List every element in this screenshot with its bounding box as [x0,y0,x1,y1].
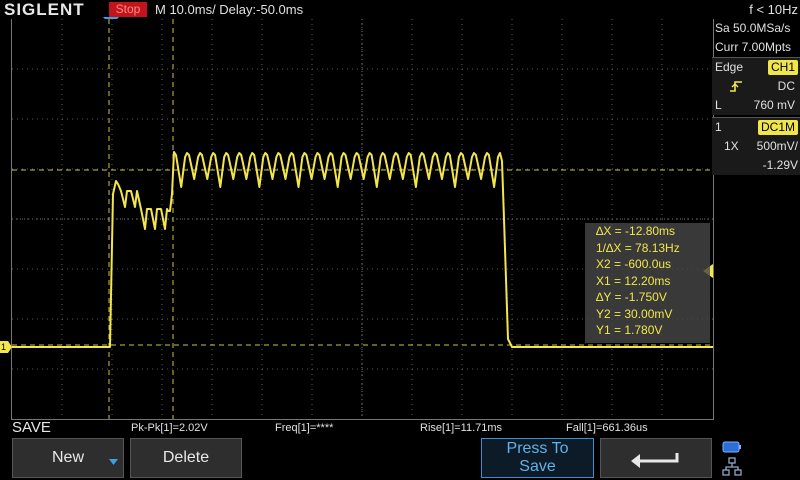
memory-depth: Curr 7.00Mpts [715,40,792,54]
rising-edge-icon [730,81,742,92]
trigger-panel[interactable]: Edge CH1 DC L 760 mV [712,57,800,115]
inverse-delta-x-readout: 1/∆X = 78.13Hz [596,240,680,255]
y2-readout: Y2 = 30.00mV [596,306,673,321]
rise-measurement: Rise[1]=11.71ms [420,422,503,434]
waveform-display[interactable] [11,19,714,420]
trigger-coupling: DC [777,79,795,93]
side-panel: Sa 50.0MSa/s Curr 7.00Mpts Edge CH1 DC L… [712,19,800,175]
network-icon [722,457,742,476]
return-button[interactable] [600,438,712,478]
freq-measurement: Freq[1]=**** [275,422,334,434]
pkpk-measurement: Pk-Pk[1]=2.02V [131,422,208,434]
chevron-down-icon [109,459,118,465]
volts-per-div: 500mV/ [756,139,798,153]
x2-readout: X2 = -600.0us [596,257,672,271]
timebase-readout[interactable]: M 10.0ms/ Delay:-50.0ms [155,0,303,19]
channel-number: 1 [715,120,722,134]
sample-rate: Sa 50.0MSa/s [715,21,791,35]
channel-1-marker-label: 1 [1,342,7,352]
cursor-readout-box: ∆X = -12.80ms 1/∆X = 78.13Hz X2 = -600.0… [585,223,710,343]
fall-measurement: Fall[1]=661.36us [566,422,648,434]
trigger-level: 760 mV [753,98,795,112]
probe-attenuation: 1X [724,139,739,153]
trigger-type: Edge [715,60,744,74]
return-arrow-icon [631,453,679,468]
delta-x-readout: ∆X = -12.80ms [596,224,676,238]
channel-coupling: DC1M [757,120,798,135]
channel-offset: -1.29V [762,158,798,172]
delete-button-label: Delete [162,449,210,466]
brand-logo: SIGLENT [4,0,85,19]
delete-button[interactable]: Delete [130,438,242,478]
run-status-badge[interactable]: Stop [109,2,147,17]
usb-icon [722,441,741,453]
measurement-bar: Pk-Pk[1]=2.02V Freq[1]=**** Rise[1]=11.7… [0,420,800,437]
top-bar: SIGLENT Stop M 10.0ms/ Delay:-50.0ms f <… [0,0,800,19]
delta-y-readout: ∆Y = -1.750V [596,290,667,304]
graticule [12,19,713,419]
x1-readout: X1 = 12.20ms [596,273,671,288]
trigger-source: CH1 [767,60,798,75]
trigger-level-label: L [715,98,722,112]
channel-1-panel[interactable]: 1 DC1M 1X 500mV/ -1.29V [712,117,800,175]
press-to-save-line2: Save [519,458,556,475]
frequency-counter: f < 10Hz [749,2,798,17]
press-to-save-button[interactable]: Press To Save [481,438,594,478]
new-button-label: New [51,449,84,466]
press-to-save-line1: Press To [506,440,569,457]
new-button[interactable]: New [12,438,124,478]
y1-readout: Y1 = 1.780V [596,323,663,337]
